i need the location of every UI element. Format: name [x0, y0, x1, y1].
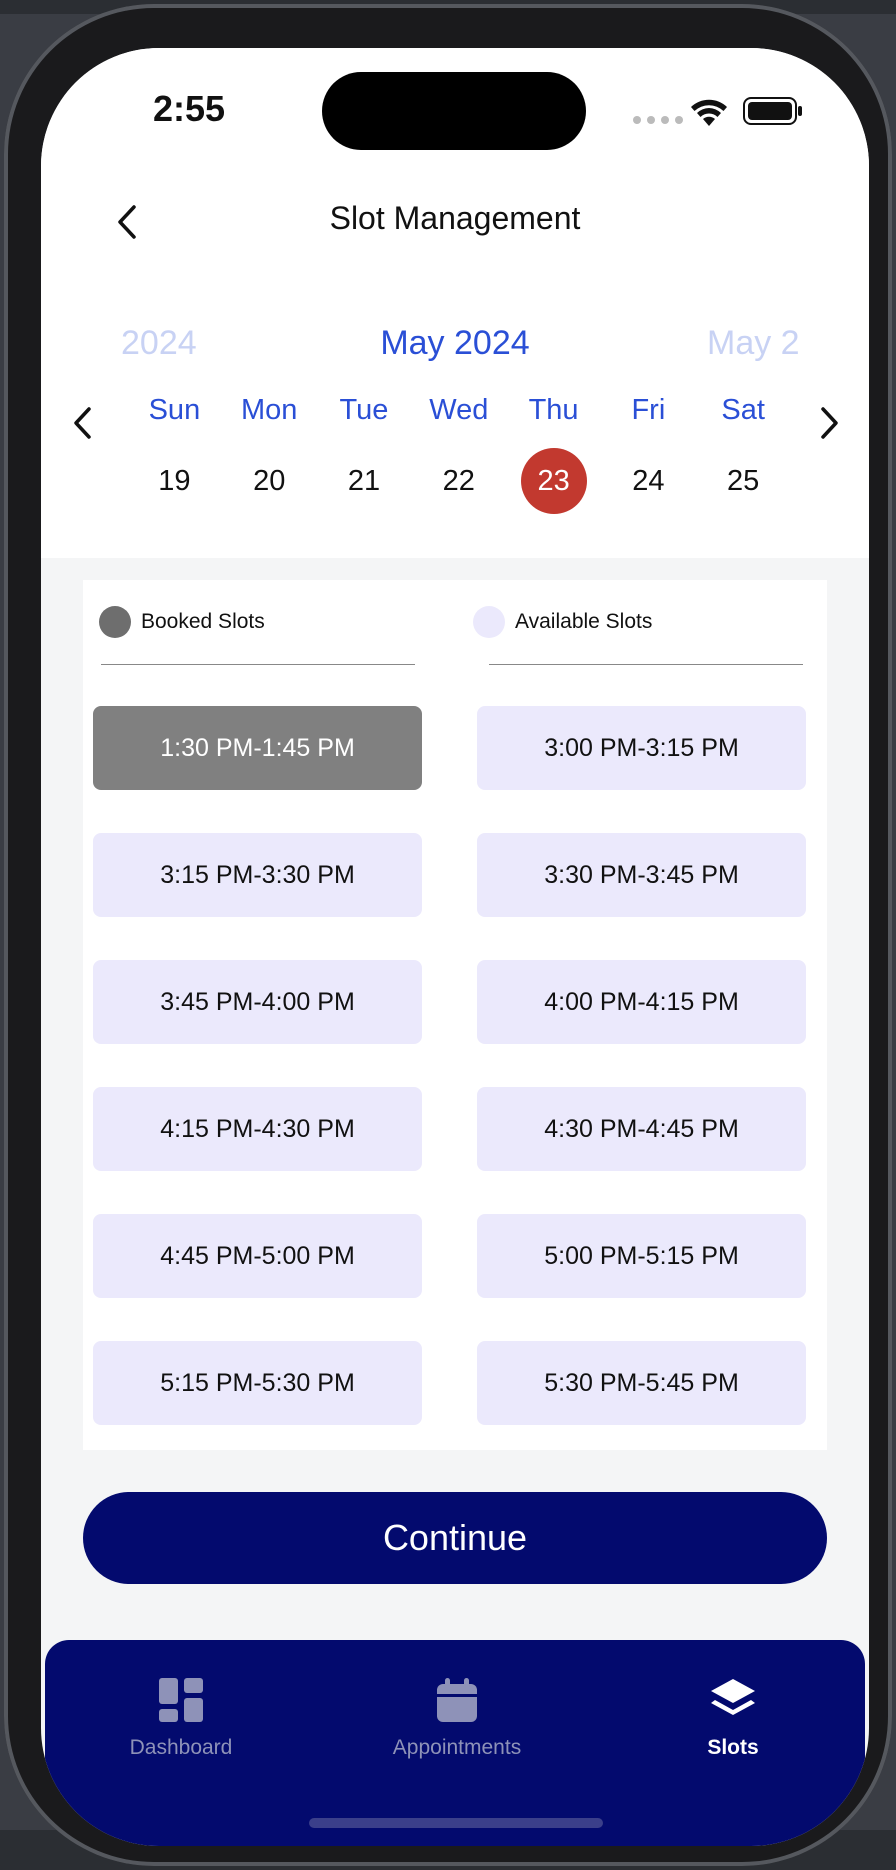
bottom-nav: Dashboard Appointments Slots: [45, 1640, 865, 1846]
weekday-row: Sun Mon Tue Wed Thu Fri Sat: [127, 394, 791, 427]
page-title: Slot Management: [329, 200, 581, 236]
slot-button[interactable]: 4:45 PM-5:00 PM: [93, 1214, 422, 1298]
booked-dot-icon: [99, 606, 131, 638]
calendar-next-week-button[interactable]: [805, 398, 855, 448]
date-cell-selected[interactable]: 23: [506, 448, 601, 514]
continue-button[interactable]: Continue: [83, 1492, 827, 1584]
slot-button[interactable]: 4:30 PM-4:45 PM: [477, 1087, 806, 1171]
weekday-label: Tue: [339, 394, 389, 426]
chevron-right-icon: [821, 407, 838, 439]
weekday-label: Sat: [721, 394, 765, 426]
weekday-label: Fri: [631, 394, 666, 426]
calendar-next-month-label[interactable]: May 2: [707, 324, 825, 363]
nav-label-slots: Slots: [707, 1736, 759, 1759]
slot-button[interactable]: 3:30 PM-3:45 PM: [477, 833, 806, 917]
legend-available-label: Available Slots: [515, 610, 653, 633]
slot-button[interactable]: 4:15 PM-4:30 PM: [93, 1087, 422, 1171]
date-number: 23: [520, 448, 587, 514]
date-cell[interactable]: 19: [127, 448, 222, 514]
nav-label-dashboard: Dashboard: [129, 1736, 233, 1759]
slot-button[interactable]: 4:00 PM-4:15 PM: [477, 960, 806, 1044]
date-number: 22: [442, 464, 475, 497]
signal-icon: [633, 116, 683, 124]
date-number: 20: [253, 464, 286, 497]
legend-booked: Booked Slots: [99, 606, 265, 638]
slot-button[interactable]: 5:30 PM-5:45 PM: [477, 1341, 806, 1425]
date-cell[interactable]: 21: [317, 448, 412, 514]
nav-item-dashboard[interactable]: Dashboard: [81, 1676, 281, 1760]
slot-button-booked[interactable]: 1:30 PM-1:45 PM: [93, 706, 422, 790]
weekday-label: Mon: [240, 394, 298, 426]
weekday-label: Wed: [429, 394, 489, 426]
nav-item-appointments[interactable]: Appointments: [357, 1676, 557, 1760]
slot-button[interactable]: 3:45 PM-4:00 PM: [93, 960, 422, 1044]
divider: [489, 664, 803, 665]
nav-label-appointments: Appointments: [392, 1736, 522, 1759]
legend-available: Available Slots: [473, 606, 652, 638]
date-number: 24: [632, 464, 665, 497]
date-row: 19 20 21 22 23 24 25: [127, 448, 791, 514]
slots-card: Booked Slots Available Slots 1:30 PM-1:4…: [83, 580, 827, 1450]
dynamic-island: [322, 72, 586, 150]
available-dot-icon: [473, 606, 505, 638]
date-number: 25: [727, 464, 760, 497]
battery-icon: [743, 97, 802, 125]
header-panel: 2:55 Slot Management 2024 May 2024 May 2…: [41, 48, 869, 558]
calendar-icon: [437, 1678, 477, 1722]
slot-button[interactable]: 3:15 PM-3:30 PM: [93, 833, 422, 917]
divider: [101, 664, 415, 665]
date-number: 19: [158, 464, 191, 497]
phone-frame: 2:55 Slot Management 2024 May 2024 May 2…: [4, 4, 892, 1866]
slot-button[interactable]: 3:00 PM-3:15 PM: [477, 706, 806, 790]
date-cell[interactable]: 20: [222, 448, 317, 514]
slot-button[interactable]: 5:00 PM-5:15 PM: [477, 1214, 806, 1298]
calendar-prev-week-button[interactable]: [57, 398, 107, 448]
phone-screen: 2:55 Slot Management 2024 May 2024 May 2…: [41, 48, 869, 1846]
home-indicator: [309, 1818, 603, 1828]
legend-booked-label: Booked Slots: [141, 610, 265, 633]
date-cell[interactable]: 25: [696, 448, 791, 514]
date-cell[interactable]: 24: [601, 448, 696, 514]
dashboard-icon: [159, 1678, 203, 1722]
chevron-left-icon: [74, 407, 91, 439]
weekday-label: Thu: [528, 394, 579, 426]
nav-item-slots[interactable]: Slots: [633, 1676, 833, 1760]
date-cell[interactable]: 22: [411, 448, 506, 514]
wifi-icon: [691, 99, 727, 126]
weekday-label: Sun: [148, 394, 201, 426]
date-number: 21: [347, 464, 381, 497]
calendar-month-header: 2024 May 2024 May 2: [41, 324, 869, 374]
slot-button[interactable]: 5:15 PM-5:30 PM: [93, 1341, 422, 1425]
slot-grid: 1:30 PM-1:45 PM 3:00 PM-3:15 PM 3:15 PM-…: [93, 706, 807, 1425]
layers-icon: [711, 1679, 755, 1715]
status-time: 2:55: [153, 88, 226, 129]
